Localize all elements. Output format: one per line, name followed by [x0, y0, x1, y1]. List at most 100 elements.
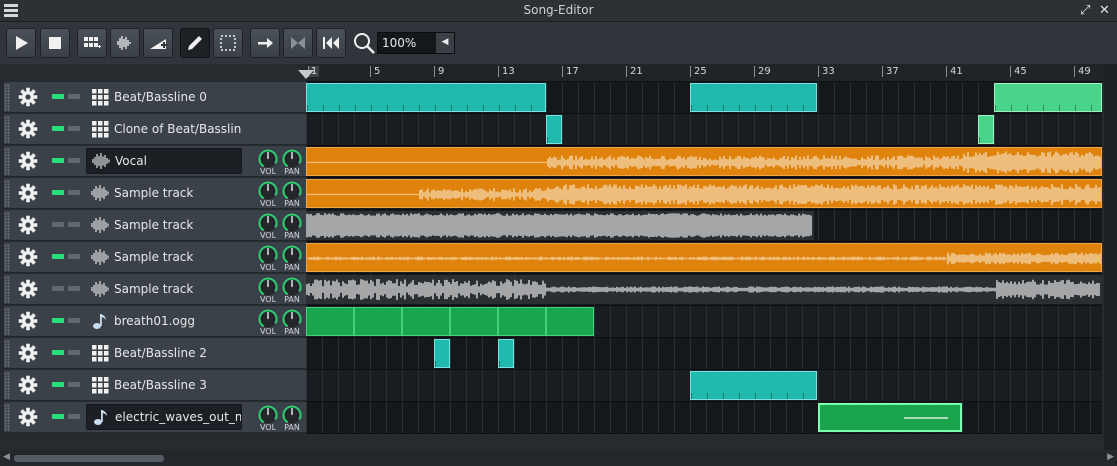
track-name-button[interactable]: Sample track: [86, 212, 242, 238]
scrollbar-thumb[interactable]: [14, 455, 164, 462]
volume-knob[interactable]: [258, 245, 278, 265]
track-name-button[interactable]: breath01.ogg: [86, 308, 242, 334]
stop-behaviour-button[interactable]: [316, 28, 346, 58]
track-lane[interactable]: [306, 178, 1102, 210]
pattern-clip[interactable]: [498, 307, 546, 336]
drag-grip-handle[interactable]: [4, 404, 10, 431]
track-name-button[interactable]: Beat/Bassline 2: [86, 340, 242, 366]
track-name-button[interactable]: Beat/Bassline 0: [86, 84, 242, 110]
gear-icon[interactable]: [18, 407, 38, 427]
gear-icon[interactable]: [18, 247, 38, 267]
beat-pattern-clip[interactable]: [978, 115, 994, 144]
solo-toggle[interactable]: [68, 190, 80, 195]
gear-icon[interactable]: [18, 343, 38, 363]
volume-knob[interactable]: [258, 277, 278, 297]
sample-clip[interactable]: [306, 147, 1102, 176]
beat-pattern-clip[interactable]: [434, 339, 450, 368]
solo-toggle[interactable]: [68, 414, 80, 419]
track-name-button[interactable]: electric_waves_out_m...: [86, 404, 242, 430]
track-lane[interactable]: [306, 210, 1102, 242]
track-lane[interactable]: [306, 82, 1102, 114]
volume-knob[interactable]: [258, 405, 278, 425]
drag-grip-handle[interactable]: [4, 84, 10, 111]
track-lane[interactable]: [306, 114, 1102, 146]
track-lane[interactable]: [306, 370, 1102, 402]
gear-icon[interactable]: [18, 311, 38, 331]
solo-toggle[interactable]: [68, 126, 80, 131]
drag-grip-handle[interactable]: [4, 148, 10, 175]
solo-toggle[interactable]: [68, 382, 80, 387]
scroll-right-icon[interactable]: ▶: [1107, 452, 1114, 462]
track-name-button[interactable]: Vocal: [86, 148, 242, 174]
track-lane[interactable]: [306, 306, 1102, 338]
track-name-button[interactable]: Sample track: [86, 180, 242, 206]
mute-toggle[interactable]: [52, 382, 64, 387]
beat-pattern-clip[interactable]: [690, 83, 817, 112]
sample-clip[interactable]: [306, 243, 1102, 272]
pan-knob[interactable]: [282, 181, 302, 201]
solo-toggle[interactable]: [68, 222, 80, 227]
volume-knob[interactable]: [258, 309, 278, 329]
pan-knob[interactable]: [282, 405, 302, 425]
drag-grip-handle[interactable]: [4, 212, 10, 239]
volume-knob[interactable]: [258, 181, 278, 201]
solo-toggle[interactable]: [68, 286, 80, 291]
add-sample-track-button[interactable]: [110, 28, 140, 58]
auto-scroll-button[interactable]: [250, 28, 280, 58]
pattern-clip[interactable]: [402, 307, 450, 336]
mute-toggle[interactable]: [52, 222, 64, 227]
gear-icon[interactable]: [18, 183, 38, 203]
mute-toggle[interactable]: [52, 414, 64, 419]
beat-pattern-clip[interactable]: [546, 115, 562, 144]
sample-clip[interactable]: [306, 179, 1102, 208]
pan-knob[interactable]: [282, 245, 302, 265]
edit-mode-button[interactable]: [213, 28, 243, 58]
sample-clip[interactable]: [306, 275, 1102, 304]
drag-grip-handle[interactable]: [4, 244, 10, 271]
add-beat-bassline-button[interactable]: [77, 28, 107, 58]
pattern-clip[interactable]: [306, 307, 354, 336]
track-name-button[interactable]: Beat/Bassline 3: [86, 372, 242, 398]
gear-icon[interactable]: [18, 87, 38, 107]
timeline-ruler[interactable]: 1 5 9 13 17 21 25 29 33 37 41 45 49: [306, 64, 1104, 82]
beat-pattern-clip[interactable]: [690, 371, 817, 400]
pan-knob[interactable]: [282, 309, 302, 329]
track-lane[interactable]: [306, 274, 1102, 306]
solo-toggle[interactable]: [68, 318, 80, 323]
volume-knob[interactable]: [258, 149, 278, 169]
gear-icon[interactable]: [18, 375, 38, 395]
mute-toggle[interactable]: [52, 126, 64, 131]
drag-grip-handle[interactable]: [4, 372, 10, 399]
gear-icon[interactable]: [18, 215, 38, 235]
mute-toggle[interactable]: [52, 350, 64, 355]
gear-icon[interactable]: [18, 279, 38, 299]
solo-toggle[interactable]: [68, 158, 80, 163]
drag-grip-handle[interactable]: [4, 276, 10, 303]
track-lane[interactable]: [306, 242, 1102, 274]
mute-toggle[interactable]: [52, 190, 64, 195]
sample-clip[interactable]: [306, 211, 814, 240]
solo-toggle[interactable]: [68, 350, 80, 355]
mute-toggle[interactable]: [52, 94, 64, 99]
track-lane[interactable]: [306, 402, 1102, 434]
pan-knob[interactable]: [282, 277, 302, 297]
horizontal-scrollbar[interactable]: ◀ ▶: [0, 451, 1117, 466]
track-name-button[interactable]: Sample track: [86, 244, 242, 270]
pan-knob[interactable]: [282, 213, 302, 233]
pattern-clip[interactable]: [818, 403, 962, 432]
drag-grip-handle[interactable]: [4, 340, 10, 367]
track-lane[interactable]: [306, 338, 1102, 370]
gear-icon[interactable]: [18, 119, 38, 139]
restore-icon[interactable]: ⤢: [1080, 3, 1090, 18]
pattern-clip[interactable]: [546, 307, 594, 336]
beat-pattern-clip[interactable]: [306, 83, 546, 112]
pan-knob[interactable]: [282, 149, 302, 169]
scroll-left-icon[interactable]: ◀: [3, 452, 10, 462]
mute-toggle[interactable]: [52, 318, 64, 323]
beat-pattern-clip[interactable]: [994, 83, 1102, 112]
mute-toggle[interactable]: [52, 286, 64, 291]
solo-toggle[interactable]: [68, 94, 80, 99]
mute-toggle[interactable]: [52, 254, 64, 259]
mute-toggle[interactable]: [52, 158, 64, 163]
solo-toggle[interactable]: [68, 254, 80, 259]
